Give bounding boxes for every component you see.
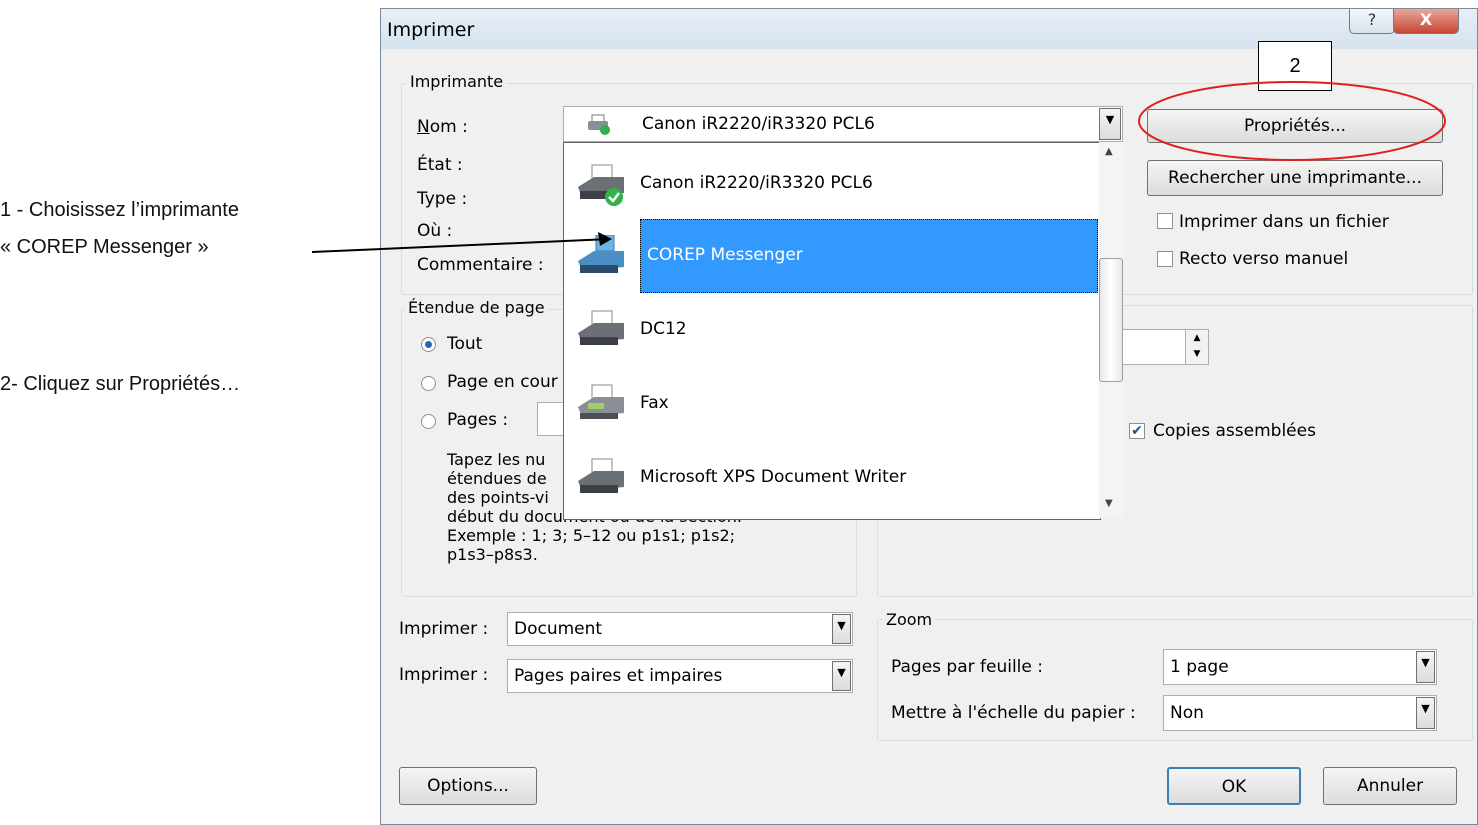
annotation-arrow-line [311,238,611,253]
annotation-circle [1138,81,1446,161]
annotation-overlay [311,81,1446,253]
arrow-head-icon [598,232,612,246]
